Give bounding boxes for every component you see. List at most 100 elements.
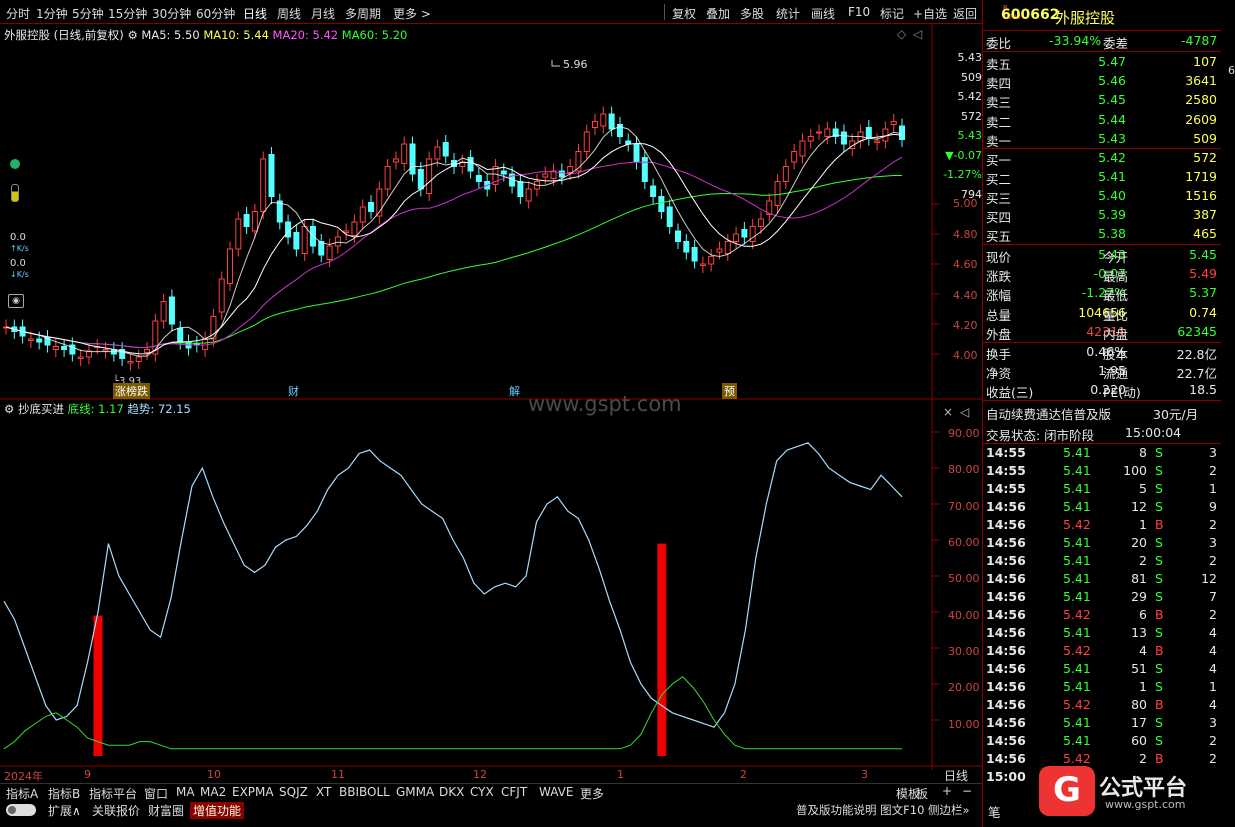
ma20-label: MA20: 5.42	[272, 28, 339, 42]
pen-icon[interactable]: 笔	[988, 802, 1001, 821]
indicator-name[interactable]: 抄底买进	[18, 402, 64, 416]
tab-window[interactable]: 窗口	[144, 785, 168, 802]
indicator-expand-icon[interactable]: ◁	[960, 405, 969, 419]
candle-body	[235, 218, 242, 250]
chart-area[interactable]: 外服控股 (日线,前复权) ⚙ MA5: 5.50 MA10: 5.44 MA2…	[0, 24, 982, 783]
tab-5min[interactable]: 5分钟	[72, 5, 104, 22]
tab-indicator-a[interactable]: 指标A	[6, 785, 38, 802]
tab-more[interactable]: 更多	[580, 785, 604, 802]
x-tick: 1	[617, 768, 624, 781]
tick-volume: 4	[1139, 643, 1147, 658]
stat-value: 0.74	[1189, 304, 1217, 320]
bid-level-label: 买二	[986, 172, 1012, 187]
stat-label: 最高	[1103, 269, 1129, 285]
fuquan-button[interactable]: 复权	[672, 5, 696, 22]
tab-cfjt[interactable]: CFJT	[501, 785, 527, 799]
candle-body	[691, 247, 698, 262]
candle-body	[782, 166, 789, 182]
diamond-icon[interactable]: ◇	[897, 27, 906, 41]
right-note-links[interactable]: 普及版功能说明 图文F10 侧边栏»	[796, 802, 970, 818]
indicator-tick: 30.00	[948, 645, 980, 658]
bid-level-label: 买五	[986, 229, 1012, 244]
event-tag-cai[interactable]: 财	[288, 383, 299, 399]
camera-icon[interactable]: ◉	[8, 294, 24, 308]
indicator-settings-icon[interactable]: ⚙	[4, 402, 14, 416]
tab-daily[interactable]: 日线	[243, 5, 267, 22]
weibi-value: -33.94%	[1049, 33, 1102, 48]
bid-volume: 1516	[1185, 188, 1217, 203]
battery-icon[interactable]	[11, 184, 19, 202]
overlay-button[interactable]: 叠加	[706, 5, 730, 22]
tab-wave[interactable]: WAVE	[539, 785, 573, 799]
price-tick: 4.80	[953, 228, 978, 241]
indicator-tick: 80.00	[948, 463, 980, 476]
f10-button[interactable]: F10	[848, 5, 870, 19]
tab-1min[interactable]: 1分钟	[36, 5, 68, 22]
period-toolbar: 分时 1分钟 5分钟 15分钟 30分钟 60分钟 日线 周线 月线 多周期 更…	[0, 0, 982, 24]
promo-price[interactable]: 30元/月	[1153, 404, 1198, 423]
promo-text[interactable]: 自动续费通达信普及版	[986, 404, 1111, 423]
expand-icon[interactable]: ◁	[913, 27, 922, 41]
bid-level-label: 买三	[986, 191, 1012, 206]
tab-30min[interactable]: 30分钟	[152, 5, 191, 22]
event-tag-yu[interactable]: 预	[722, 383, 737, 399]
tab-gmma[interactable]: GMMA	[396, 785, 434, 799]
tab-expma[interactable]: EXPMA	[232, 785, 274, 799]
event-tag-jie[interactable]: 解	[509, 383, 520, 399]
candle-body	[343, 230, 350, 233]
candle-body	[102, 349, 109, 352]
tab-60min[interactable]: 60分钟	[196, 5, 235, 22]
tab-expand[interactable]: 扩展∧	[48, 802, 81, 819]
tab-more[interactable]: 更多 >	[393, 5, 431, 22]
tab-bbiboll[interactable]: BBIBOLL	[339, 785, 390, 799]
tick-time: 14:56	[986, 607, 1026, 622]
add-watchlist-button[interactable]: +自选	[913, 5, 947, 22]
toggle-switch[interactable]	[6, 804, 36, 816]
add-icon[interactable]: +	[942, 784, 952, 798]
tab-ma[interactable]: MA	[176, 785, 195, 799]
minus-icon[interactable]: −	[962, 784, 972, 798]
candle-body	[592, 121, 599, 128]
draw-line-button[interactable]: 画线	[811, 5, 835, 22]
tab-ma2[interactable]: MA2	[200, 785, 226, 799]
tab-value-added[interactable]: 增值功能	[190, 802, 245, 819]
ask-price: 5.47	[1098, 54, 1126, 69]
tab-indicator-platform[interactable]: 指标平台	[89, 785, 137, 802]
tab-fenshi[interactable]: 分时	[6, 5, 30, 22]
tab-dkx[interactable]: DKX	[439, 785, 464, 799]
tab-monthly[interactable]: 月线	[311, 5, 335, 22]
tab-15min[interactable]: 15分钟	[108, 5, 147, 22]
stats-button[interactable]: 统计	[776, 5, 800, 22]
legend-gear-icon[interactable]: ⚙	[127, 28, 137, 42]
tab-indicator-b[interactable]: 指标B	[48, 785, 80, 802]
indicator-close-icon[interactable]: ×	[943, 405, 953, 419]
candle-body	[218, 278, 225, 313]
candle-body	[558, 170, 565, 178]
candle-body	[392, 158, 399, 163]
tick-price: 5.41	[1063, 679, 1091, 694]
tick-price: 5.41	[1063, 463, 1091, 478]
status-dot-icon[interactable]	[10, 159, 20, 169]
tick-volume: 13	[1131, 625, 1147, 640]
tab-related-quote[interactable]: 关联报价	[92, 802, 140, 819]
tab-cyx[interactable]: CYX	[470, 785, 494, 799]
tick-count: 12	[1201, 571, 1217, 586]
period-indicator[interactable]: 日线	[944, 767, 968, 784]
tab-xt[interactable]: XT	[316, 785, 331, 799]
tab-sqjz[interactable]: SQJZ	[279, 785, 308, 799]
candle-body	[368, 202, 375, 212]
tick-time: 14:55	[986, 481, 1026, 496]
multi-stock-button[interactable]: 多股	[740, 5, 764, 22]
back-button[interactable]: 返回	[953, 5, 977, 22]
stat-label: 外盘	[986, 326, 1012, 342]
candle-body	[268, 154, 275, 197]
tab-wealth-circle[interactable]: 财富圈	[148, 802, 184, 819]
candle-body	[625, 140, 632, 145]
mark-button[interactable]: 标记	[880, 5, 904, 22]
tab-multi-period[interactable]: 多周期	[345, 5, 381, 22]
tab-weekly[interactable]: 周线	[277, 5, 301, 22]
board-button[interactable]: 板	[916, 785, 928, 802]
candle-body	[276, 200, 283, 223]
candle-body	[409, 143, 416, 175]
event-tag-zhangbang[interactable]: 涨榜跌	[113, 383, 150, 399]
